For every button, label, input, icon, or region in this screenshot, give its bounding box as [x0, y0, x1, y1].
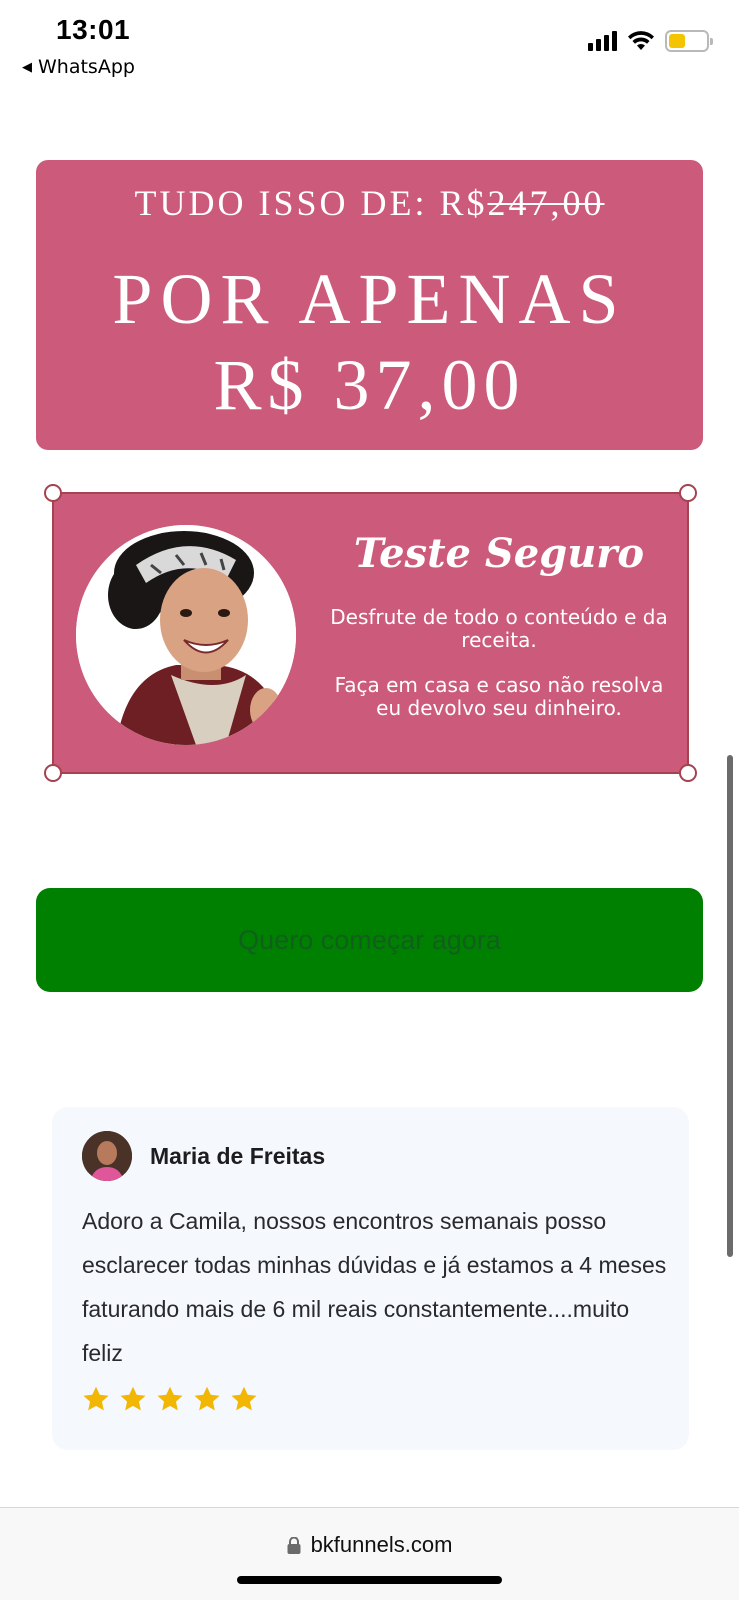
back-to-app-link[interactable]: ◀ WhatsApp [22, 56, 135, 78]
status-time: 13:01 [56, 14, 131, 45]
instructor-photo [76, 525, 296, 745]
url-display[interactable]: bkfunnels.com [0, 1532, 739, 1558]
star-icon [194, 1386, 220, 1411]
status-bar: 13:01 ◀ WhatsApp [0, 0, 739, 90]
star-icon [157, 1386, 183, 1411]
browser-url-bar[interactable]: bkfunnels.com [0, 1507, 739, 1600]
reviewer-name: Maria de Freitas [150, 1143, 326, 1169]
battery-level [669, 34, 686, 48]
review-text: Adoro a Camila, nossos encontros semanai… [82, 1208, 667, 1366]
back-arrow-icon: ◀ [22, 59, 32, 75]
original-price-value: 247,00 [487, 183, 605, 223]
page-scrollbar[interactable] [727, 755, 733, 1257]
star-icon [231, 1386, 257, 1411]
guarantee-text-content: Desfrute de todo o conteúdo e da receita… [330, 605, 668, 652]
guarantee-card: Teste Seguro Desfrute de todo o conteúdo… [44, 484, 697, 782]
home-indicator[interactable] [237, 1576, 502, 1584]
guarantee-title: Teste Seguro [353, 530, 645, 577]
signal-icon [588, 31, 617, 51]
price-banner: TUDO ISSO DE: R$247,00 POR APENAS R$ 37,… [36, 160, 703, 450]
battery-icon [665, 30, 713, 52]
star-icon [83, 1386, 109, 1411]
status-icons [588, 30, 713, 52]
original-price-line: TUDO ISSO DE: R$247,00 [36, 182, 703, 224]
url-text: bkfunnels.com [310, 1532, 453, 1557]
testimonial-card: Maria de Freitas Adoro a Camila, nossos … [52, 1107, 689, 1450]
avatar [82, 1131, 132, 1181]
back-app-label: WhatsApp [38, 56, 135, 78]
original-price-prefix: TUDO ISSO DE: R$ [134, 183, 488, 223]
star-icon [120, 1386, 146, 1411]
wifi-icon [628, 31, 654, 50]
lock-icon [287, 1536, 301, 1554]
star-rating [82, 1385, 258, 1413]
offer-price: R$ 37,00 [213, 345, 526, 425]
guarantee-text-refund: Faça em casa e caso não resolva eu devol… [334, 673, 664, 720]
offer-heading: POR APENAS [112, 259, 627, 339]
start-now-button[interactable]: Quero começar agora [36, 888, 703, 992]
